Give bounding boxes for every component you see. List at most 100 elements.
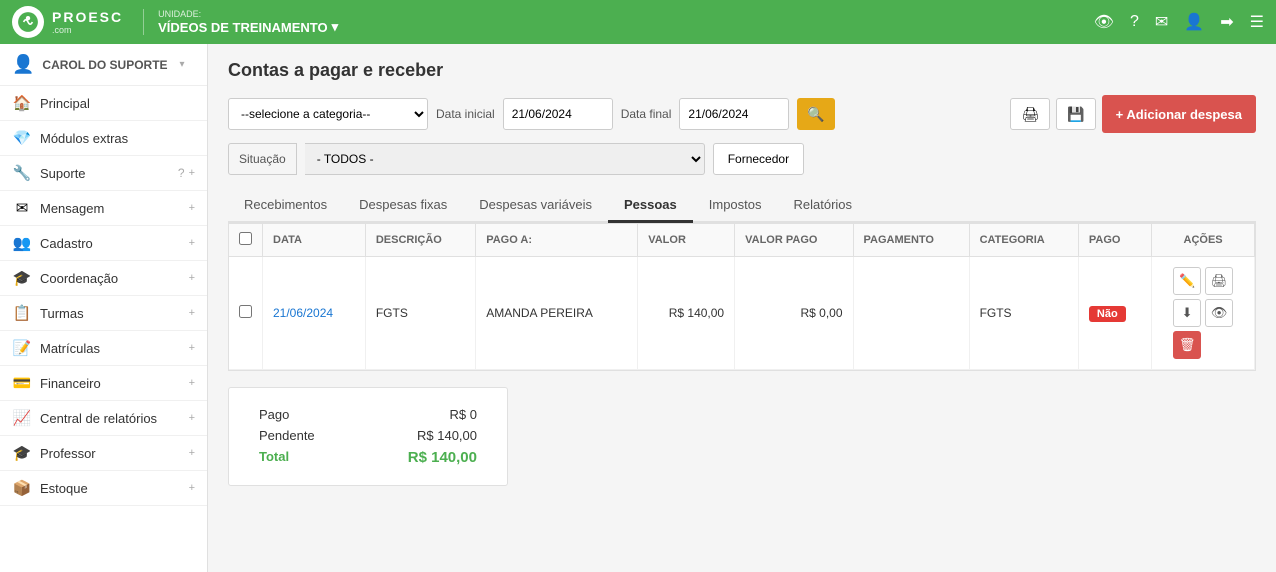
sidebar-item-label: Coordenação xyxy=(40,271,189,286)
stock-icon: 📦 xyxy=(12,479,32,497)
date-initial-label: Data inicial xyxy=(436,107,495,121)
td-pago-a: AMANDA PEREIRA xyxy=(476,257,638,370)
download-button[interactable]: ⬇ xyxy=(1173,299,1201,327)
sidebar-item-label: Central de relatórios xyxy=(40,411,189,426)
sidebar-item-label: Principal xyxy=(40,96,195,111)
top-nav: PROESC .com UNIDADE: VÍDEOS DE TREINAMEN… xyxy=(0,0,1276,44)
class-icon: 📋 xyxy=(12,304,32,322)
th-categoria: CATEGORIA xyxy=(969,224,1078,257)
sidebar-item-matriculas[interactable]: 📝 Matrículas + xyxy=(0,331,207,366)
tab-despesas-variaveis[interactable]: Despesas variáveis xyxy=(463,189,608,223)
th-checkbox xyxy=(229,224,263,257)
logo-text: PROESC .com xyxy=(52,9,123,35)
view-icon[interactable]: 👁 xyxy=(1094,12,1114,32)
diamond-icon: 💎 xyxy=(12,129,32,147)
sidebar-item-relatorios[interactable]: 📈 Central de relatórios + xyxy=(0,401,207,436)
th-data: DATA xyxy=(263,224,366,257)
sidebar-item-estoque[interactable]: 📦 Estoque + xyxy=(0,471,207,506)
view-button[interactable]: 👁 xyxy=(1205,299,1233,327)
date-final-label: Data final xyxy=(621,107,672,121)
sidebar-item-modulos[interactable]: 💎 Módulos extras xyxy=(0,121,207,156)
sidebar-item-mensagem[interactable]: ✉ Mensagem + xyxy=(0,191,207,226)
td-pago: Não xyxy=(1078,257,1151,370)
main-content: Contas a pagar e receber --selecione a c… xyxy=(208,44,1276,572)
select-all-checkbox[interactable] xyxy=(239,232,252,245)
top-nav-icons: 👁 ? ✉ 👤 ➡ ☰ xyxy=(1094,12,1264,32)
sidebar-item-label: Módulos extras xyxy=(40,131,195,146)
people-icon: 👥 xyxy=(12,234,32,252)
save-button[interactable]: 💾 xyxy=(1056,98,1095,130)
expand-icon: + xyxy=(189,167,195,179)
action-icons: ✏️ 🖨 ⬇ 👁 🗑 xyxy=(1162,267,1244,359)
sidebar-item-financeiro[interactable]: 💳 Financeiro + xyxy=(0,366,207,401)
category-select[interactable]: --selecione a categoria-- xyxy=(228,98,428,130)
th-pago: PAGO xyxy=(1078,224,1151,257)
sidebar-item-label: Financeiro xyxy=(40,376,189,391)
chevron-down-icon: ▾ xyxy=(180,59,185,70)
situation-select[interactable]: - TODOS - xyxy=(305,143,705,175)
date-final-input[interactable] xyxy=(679,98,789,130)
delete-button[interactable]: 🗑 xyxy=(1173,331,1201,359)
situation-label: Situação xyxy=(228,143,297,175)
user-icon[interactable]: 👤 xyxy=(1184,12,1204,32)
sidebar-item-label: Professor xyxy=(40,446,189,461)
expand-icon: + xyxy=(189,307,195,319)
sidebar-item-coordenacao[interactable]: 🎓 Coordenação + xyxy=(0,261,207,296)
table-container: DATA DESCRIÇÃO PAGO A: VALOR VALOR PAGO … xyxy=(228,223,1256,371)
row-checkbox[interactable] xyxy=(239,305,252,318)
logo-icon xyxy=(12,6,44,38)
logo-area: PROESC .com xyxy=(12,6,123,38)
expand-icon: + xyxy=(189,342,195,354)
expand-icon: + xyxy=(189,377,195,389)
th-acoes: AÇÕES xyxy=(1152,224,1255,257)
data-table: DATA DESCRIÇÃO PAGO A: VALOR VALOR PAGO … xyxy=(229,224,1255,370)
sidebar-item-principal[interactable]: 🏠 Principal xyxy=(0,86,207,121)
coordination-icon: 🎓 xyxy=(12,269,32,287)
sidebar-item-suporte[interactable]: 🔧 Suporte ? + xyxy=(0,156,207,191)
sidebar-item-label: Suporte xyxy=(40,166,178,181)
sidebar-user[interactable]: 👤 CAROL DO SUPORTE ▾ xyxy=(0,44,207,86)
sidebar-item-professor[interactable]: 🎓 Professor + xyxy=(0,436,207,471)
expand-icon: + xyxy=(189,447,195,459)
sidebar-item-turmas[interactable]: 📋 Turmas + xyxy=(0,296,207,331)
expand-icon: + xyxy=(189,482,195,494)
user-avatar-icon: 👤 xyxy=(12,54,34,75)
summary-total-label: Total xyxy=(259,449,289,466)
print-button[interactable]: 🖨 xyxy=(1010,98,1050,130)
summary-pendente-row: Pendente R$ 140,00 xyxy=(259,425,477,446)
page-title: Contas a pagar e receber xyxy=(228,60,1256,81)
tab-recebimentos[interactable]: Recebimentos xyxy=(228,189,343,223)
expand-icon: + xyxy=(189,412,195,424)
tab-relatorios[interactable]: Relatórios xyxy=(778,189,869,223)
th-descricao: DESCRIÇÃO xyxy=(365,224,475,257)
th-valor-pago: VALOR PAGO xyxy=(735,224,853,257)
td-data[interactable]: 21/06/2024 xyxy=(263,257,366,370)
tab-impostos[interactable]: Impostos xyxy=(693,189,778,223)
add-despesa-button[interactable]: + Adicionar despesa xyxy=(1102,95,1256,133)
help-icon[interactable]: ? xyxy=(1130,13,1139,31)
table-row: 21/06/2024 FGTS AMANDA PEREIRA R$ 140,00… xyxy=(229,257,1255,370)
summary-pendente-value: R$ 140,00 xyxy=(417,428,477,443)
reports-icon: 📈 xyxy=(12,409,32,427)
summary-box: Pago R$ 0 Pendente R$ 140,00 Total R$ 14… xyxy=(228,387,508,486)
sidebar-item-label: Estoque xyxy=(40,481,189,496)
search-button[interactable]: 🔍 xyxy=(797,98,834,130)
td-valor: R$ 140,00 xyxy=(638,257,735,370)
sidebar-item-cadastro[interactable]: 👥 Cadastro + xyxy=(0,226,207,261)
date-initial-input[interactable] xyxy=(503,98,613,130)
td-checkbox xyxy=(229,257,263,370)
filter-row-1: --selecione a categoria-- Data inicial D… xyxy=(228,95,1256,133)
edit-button[interactable]: ✏️ xyxy=(1173,267,1201,295)
fornecedor-button[interactable]: Fornecedor xyxy=(713,143,804,175)
filter-row-2: Situação - TODOS - Fornecedor xyxy=(228,143,1256,175)
td-descricao: FGTS xyxy=(365,257,475,370)
print-row-button[interactable]: 🖨 xyxy=(1205,267,1233,295)
menu-icon[interactable]: ☰ xyxy=(1250,12,1264,32)
mail-icon[interactable]: ✉ xyxy=(1155,12,1168,32)
tab-pessoas[interactable]: Pessoas xyxy=(608,189,693,223)
tab-despesas-fixas[interactable]: Despesas fixas xyxy=(343,189,463,223)
unit-name[interactable]: VÍDEOS DE TREINAMENTO ▾ xyxy=(158,19,338,35)
home-icon: 🏠 xyxy=(12,94,32,112)
logout-icon[interactable]: ➡ xyxy=(1220,12,1233,32)
expand-icon: + xyxy=(189,237,195,249)
